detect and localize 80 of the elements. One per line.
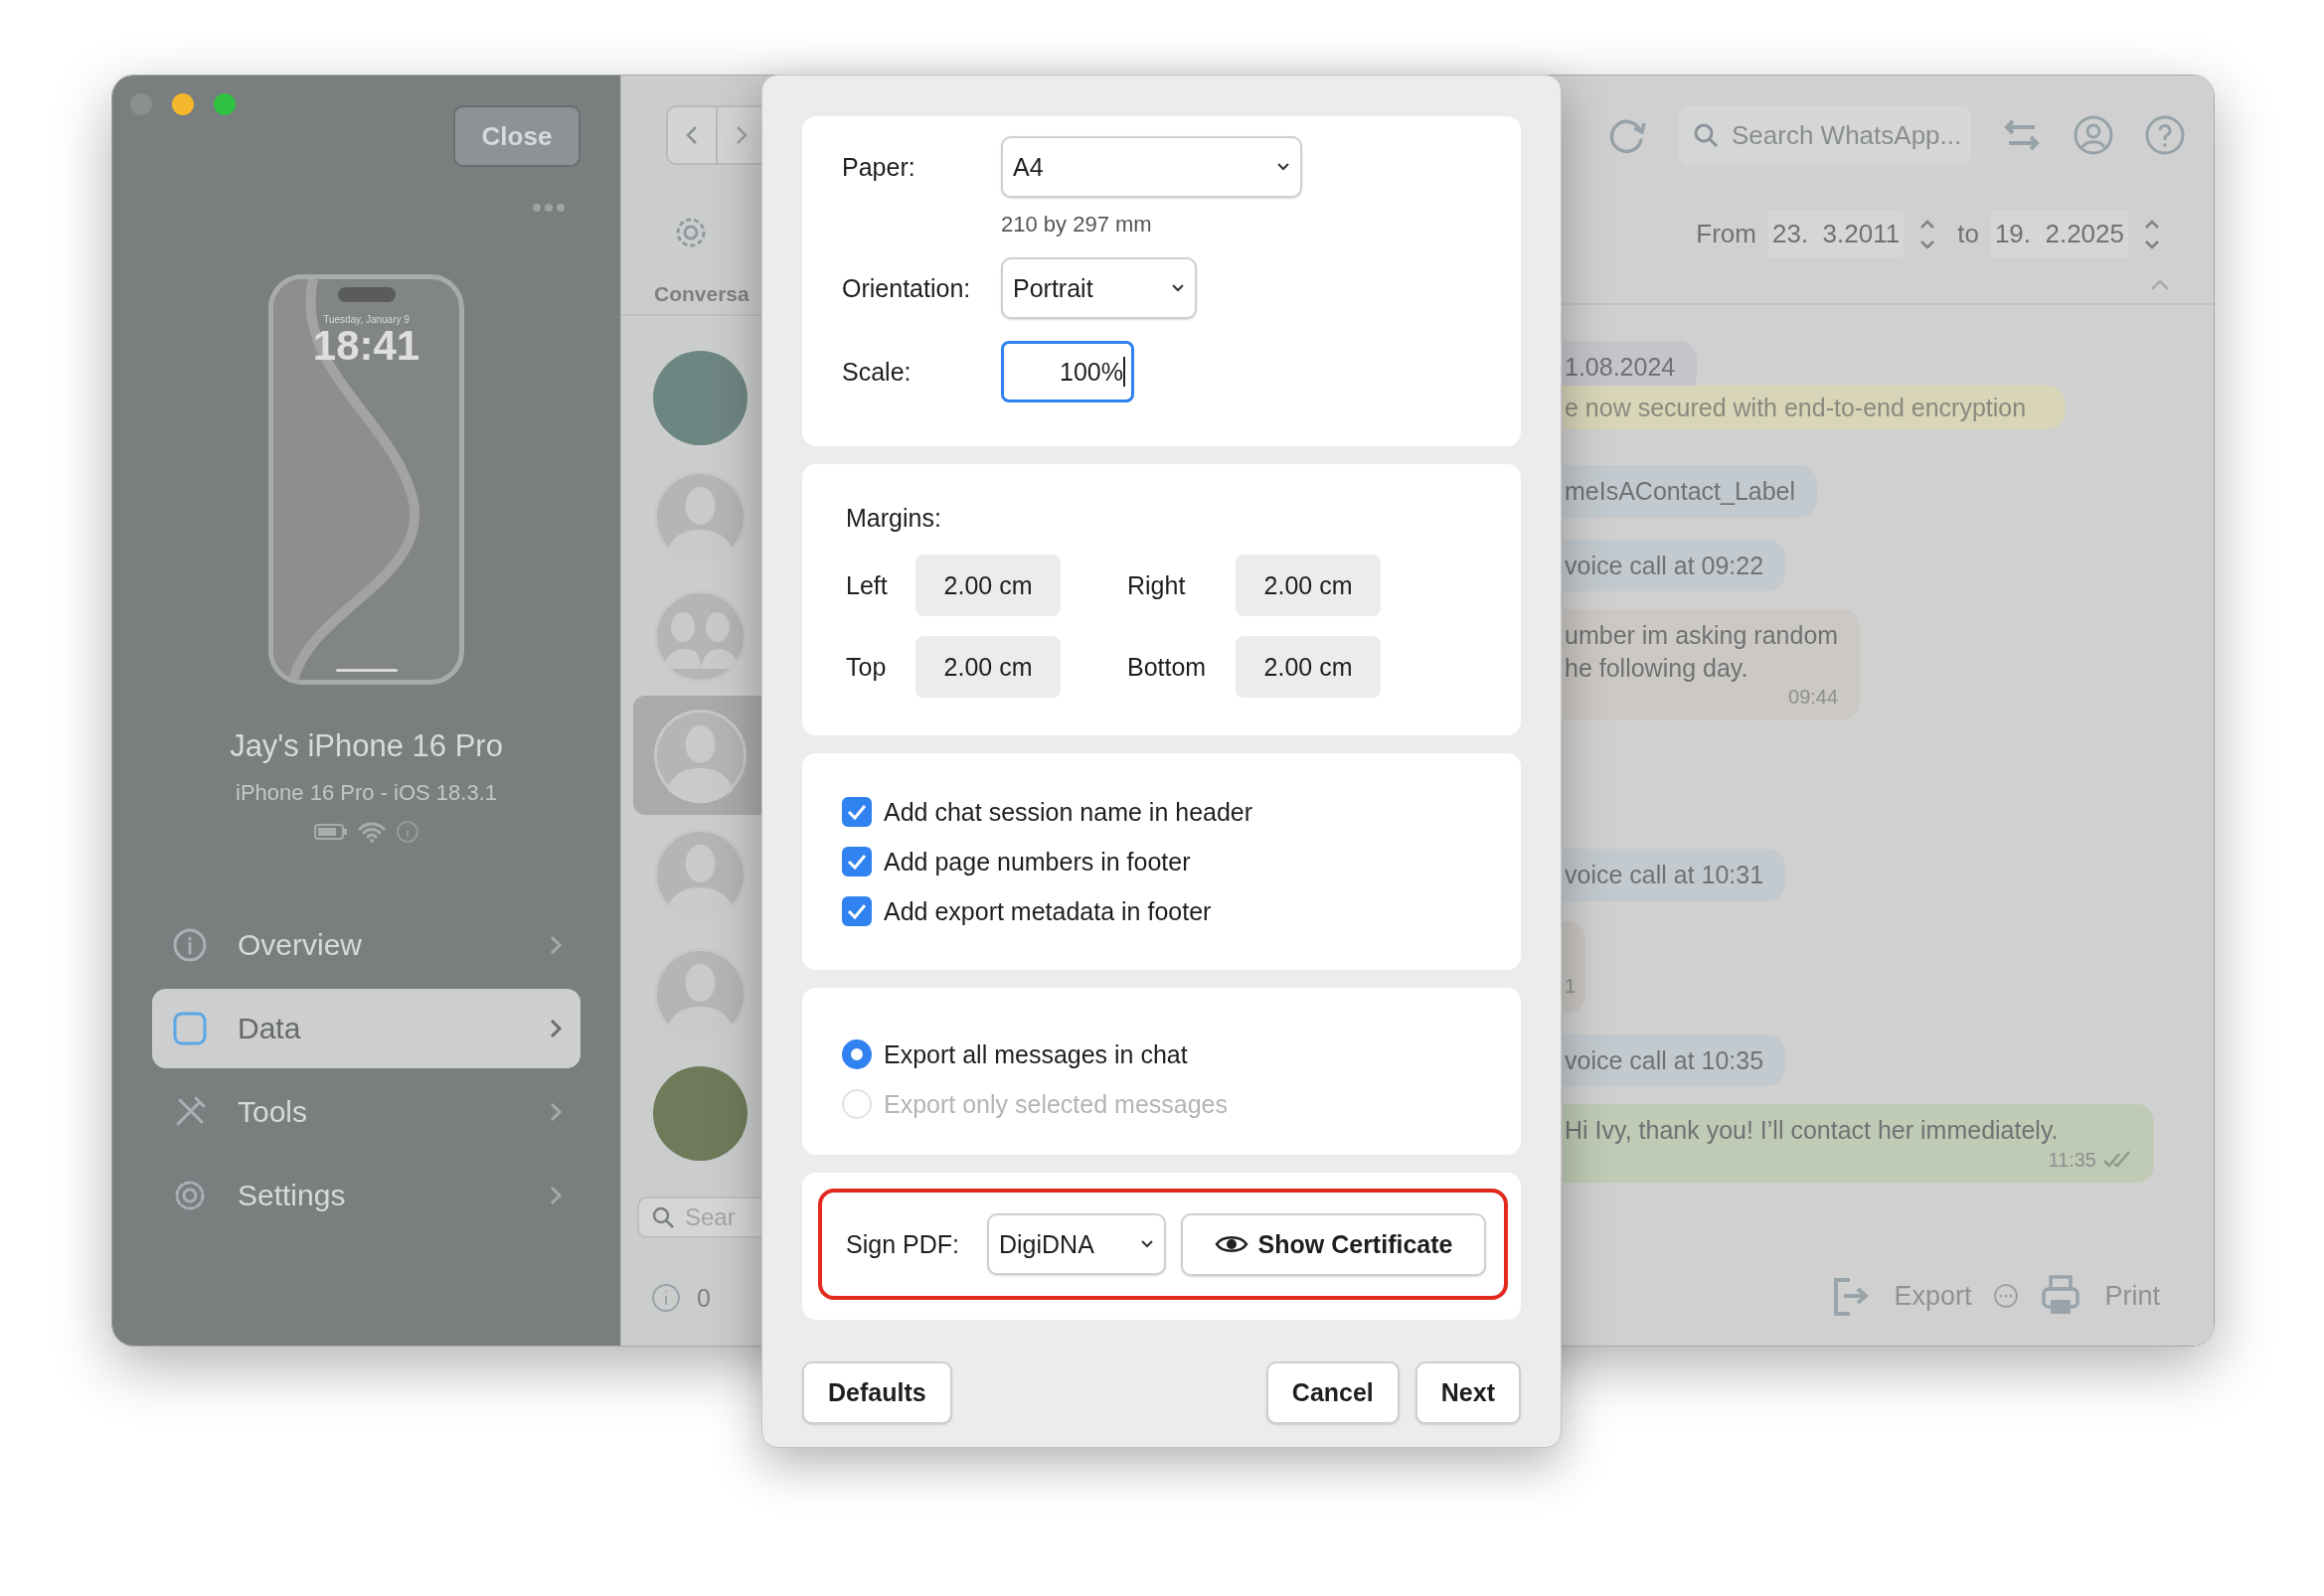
paper-size-text: 210 by 297 mm xyxy=(1001,212,1153,238)
checkbox-label: Add page numbers in footer xyxy=(884,847,1191,877)
minimize-light[interactable] xyxy=(172,93,194,115)
radio-button[interactable] xyxy=(842,1039,872,1069)
dialog-button[interactable]: Defaults xyxy=(802,1361,952,1424)
camera-notch xyxy=(337,287,396,302)
system-message: e now secured with end-to-end encryption xyxy=(1563,385,2067,429)
search-icon xyxy=(651,1205,675,1229)
checkmark-icon xyxy=(847,903,867,919)
checkbox-label: Add chat session name in header xyxy=(884,797,1253,827)
margin-field[interactable]: 2.00 cm xyxy=(915,555,1061,616)
chevron-icon xyxy=(549,1101,563,1123)
more-icon[interactable] xyxy=(532,203,566,213)
margin-label: Right xyxy=(1127,570,1187,600)
message-text: Hi Ivy, thank you! I’ll contact her immediately. xyxy=(1565,1115,2060,1146)
checkbox[interactable] xyxy=(842,797,872,827)
caret-icon xyxy=(1276,162,1290,172)
dropdown[interactable]: A4 xyxy=(1001,136,1302,198)
message-bubble: meIsAContact_Label xyxy=(1563,465,1818,518)
scale-field[interactable]: 100% xyxy=(1001,341,1134,402)
margins-label: Margins: xyxy=(846,504,942,533)
lock-screen-date: Tuesday, January 9 xyxy=(323,314,410,325)
person-avatar-icon xyxy=(653,708,747,803)
collapse-chevron-icon[interactable] xyxy=(2150,279,2170,291)
eye-icon xyxy=(1214,1233,1248,1255)
home-indicator xyxy=(335,669,398,672)
search-icon xyxy=(1692,121,1720,149)
message-time: 11:35 xyxy=(2048,1147,2096,1173)
info-icon[interactable] xyxy=(395,820,419,844)
forward-icon xyxy=(736,125,747,145)
orientation-label: Orientation: xyxy=(842,273,972,303)
margin-label: Left xyxy=(846,570,889,600)
show-certificate-button[interactable]: Show Certificate xyxy=(1181,1212,1486,1276)
battery-icon xyxy=(313,823,348,841)
message-time: 09:44 xyxy=(1788,685,1839,710)
chevron-icon xyxy=(549,1185,563,1206)
chevron-icon xyxy=(549,934,563,956)
dialog-button[interactable]: Next xyxy=(1414,1361,1521,1424)
to-label: to xyxy=(1957,219,1979,249)
dropdown[interactable]: Portrait xyxy=(1001,257,1197,319)
sign-pdf-label: Sign PDF: xyxy=(846,1229,960,1259)
wifi-icon xyxy=(357,821,386,843)
dialog-button[interactable]: Cancel xyxy=(1265,1361,1400,1424)
message-text: umber im asking random he following day. xyxy=(1565,620,1839,684)
back-icon xyxy=(686,125,698,145)
device-name: Jay's iPhone 16 Pro xyxy=(230,728,503,764)
margin-label: Bottom xyxy=(1127,652,1208,682)
checkbox[interactable] xyxy=(842,847,872,877)
account-icon[interactable] xyxy=(2073,114,2114,156)
lock-screen-time: 18:41 xyxy=(312,325,420,367)
double-check-icon xyxy=(2102,1150,2132,1169)
square-icon xyxy=(172,1011,208,1046)
margin-field[interactable]: 2.00 cm xyxy=(1236,555,1381,616)
radio-label: Export only selected messages xyxy=(884,1089,1228,1119)
call-message: voice call at 10:31 xyxy=(1563,849,1786,901)
help-icon[interactable] xyxy=(2144,114,2186,156)
radio-label: Export all messages in chat xyxy=(884,1039,1188,1069)
checkmark-icon xyxy=(847,804,867,820)
checkbox-label: Add export metadata in footer xyxy=(884,896,1212,926)
call-message: voice call at 10:35 xyxy=(1563,1034,1786,1086)
status-text: 0 xyxy=(697,1283,711,1313)
scale-label: Scale: xyxy=(842,357,913,387)
dropdown[interactable]: DigiDNA xyxy=(987,1213,1166,1275)
caret-icon xyxy=(1171,283,1185,293)
call-message: voice call at 09:22 xyxy=(1563,539,1786,591)
margin-field[interactable]: 2.00 cm xyxy=(915,636,1061,698)
info-icon[interactable] xyxy=(651,1283,681,1313)
from-label: From xyxy=(1696,219,1756,249)
zoom-light[interactable] xyxy=(214,93,236,115)
search-placeholder: Search WhatsApp... xyxy=(1732,119,1962,151)
more-options-icon[interactable] xyxy=(1993,1283,2020,1309)
info-icon xyxy=(172,927,208,963)
paper-label: Paper: xyxy=(842,152,916,182)
checkbox[interactable] xyxy=(842,896,872,926)
checkmark-icon xyxy=(847,854,867,870)
margin-label: Top xyxy=(846,652,888,682)
margin-field[interactable]: 2.00 cm xyxy=(1236,636,1381,698)
device-model: iPhone 16 Pro - iOS 18.3.1 xyxy=(236,780,497,806)
chevron-icon xyxy=(549,1018,563,1039)
caret-icon xyxy=(1140,1239,1154,1249)
